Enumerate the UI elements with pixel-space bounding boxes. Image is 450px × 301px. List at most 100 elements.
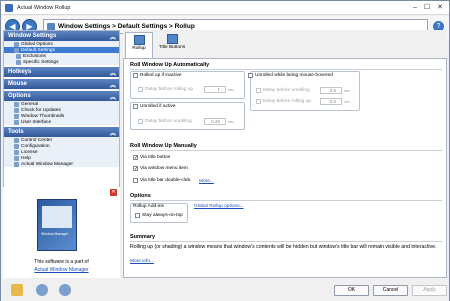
section-title: Options (8, 93, 31, 99)
group-title: Roll Window Up Manually (130, 143, 197, 149)
checkbox[interactable]: ✓ (133, 155, 138, 161)
close-promo-icon[interactable]: ✕ (110, 189, 117, 196)
sidebar-item-actual-window-manager[interactable]: Actual Window Manager (4, 161, 119, 167)
promo-text: This software is a part of (34, 259, 89, 265)
unrolled-hover-checkbox[interactable]: Unrolled while being mouse-hovered (248, 73, 333, 78)
divider (130, 69, 442, 70)
checkbox-label: Unrolled if active (140, 104, 176, 109)
checkbox[interactable] (133, 104, 138, 109)
section-title: Mouse (8, 81, 28, 87)
hover-delay-unrolling-checkbox[interactable]: Delay before unrolling (256, 88, 310, 93)
checkbox[interactable] (138, 119, 143, 124)
collapse-icon[interactable]: ︽ (110, 92, 116, 101)
global-icon (14, 41, 19, 47)
update-icon (14, 107, 19, 113)
ok-button[interactable]: OK (334, 285, 369, 296)
section-tools[interactable]: Tools ︽ (4, 127, 119, 137)
tab-strip: Rollup Title Buttons (123, 30, 447, 58)
save-icon[interactable] (59, 284, 71, 296)
section-body: General Check for Updates Window Thumbna… (4, 101, 119, 125)
collapse-icon[interactable]: ︽ (110, 128, 116, 137)
promo-link[interactable]: Actual Window Manager (3, 267, 120, 273)
specific-settings-icon (16, 59, 21, 65)
breadcrumb-text: Window Settings > Default Settings > Rol… (58, 23, 195, 30)
rollup-icon (133, 35, 145, 45)
checkbox[interactable] (135, 213, 140, 218)
delay-unrolling-stepper[interactable]: 0.25 (204, 118, 226, 125)
app-icon (14, 161, 19, 167)
section-window-settings[interactable]: Window Settings ︽ (4, 31, 119, 41)
tab-rollup[interactable]: Rollup (125, 32, 153, 58)
sidebar-item-specific-settings[interactable]: Specific Settings (4, 59, 119, 65)
stay-on-top-checkbox[interactable]: Stay always-on-top (135, 213, 183, 218)
section-hotkeys[interactable]: Hotkeys ︽ (4, 67, 119, 77)
divider (130, 241, 442, 242)
expand-icon[interactable]: ︽ (110, 68, 116, 77)
checkbox[interactable] (256, 88, 261, 93)
title-bar: Actual Window Rollup – ☐ ✕ (1, 1, 449, 15)
item-label: Configuration (21, 143, 50, 149)
unit-label: sec (228, 119, 235, 124)
tab-title-buttons[interactable]: Title Buttons (155, 32, 189, 58)
via-title-button-checkbox[interactable]: ✓ Via title button (133, 155, 170, 161)
item-label: Default Settings (21, 47, 55, 53)
collapse-icon[interactable]: ︽ (110, 32, 116, 41)
global-rollup-options-link[interactable]: Global Rollup options... (194, 204, 244, 209)
expand-icon[interactable]: ︽ (110, 80, 116, 89)
unrolled-active-checkbox[interactable]: Unrolled if active (133, 104, 175, 109)
window-title: Actual Window Rollup (17, 4, 71, 11)
close-button[interactable]: ✕ (434, 3, 446, 12)
exclusions-icon (16, 53, 21, 59)
apply-button[interactable]: Apply (412, 285, 447, 296)
hover-delay-unrolling-stepper[interactable]: 0.5 (320, 87, 342, 94)
more-link[interactable]: More... (199, 179, 214, 184)
cancel-button[interactable]: Cancel (373, 285, 408, 296)
checkbox-label: Delay before rolling up (263, 99, 311, 104)
item-label: Actual Window Manager (21, 161, 73, 167)
checkbox-label: Via window menu item (140, 166, 188, 171)
main-window: Actual Window Rollup – ☐ ✕ ◀ ▶ Window Se… (0, 0, 450, 301)
tab-label: Title Buttons (158, 45, 186, 50)
wizard-icon[interactable] (11, 284, 23, 296)
item-label: General (21, 101, 39, 107)
divider (130, 200, 442, 201)
delay-rolling-up-stepper[interactable]: 1 (204, 86, 226, 93)
thumbnail-icon (14, 113, 19, 119)
checkbox[interactable]: ✓ (133, 166, 138, 172)
via-window-menu-checkbox[interactable]: ✓ Via window menu item (133, 166, 188, 172)
unit-label: sec (344, 99, 351, 104)
section-options[interactable]: Options ︽ (4, 91, 119, 101)
load-icon[interactable] (36, 284, 48, 296)
section-mouse[interactable]: Mouse ︽ (4, 79, 119, 89)
sidebar-item-user-interface[interactable]: User Interface (4, 119, 119, 125)
bottom-bar: OK Cancel Apply (1, 280, 449, 301)
delay-unrolling-checkbox[interactable]: Delay before unrolling (138, 119, 192, 124)
checkbox[interactable] (256, 99, 261, 104)
checkbox[interactable] (248, 73, 253, 78)
checkbox-label: Delay before unrolling (145, 119, 192, 124)
checkbox[interactable] (133, 178, 138, 183)
hover-delay-rolling-up-checkbox[interactable]: Delay before rolling up (256, 99, 311, 104)
license-icon (14, 149, 19, 155)
more-info-link[interactable]: More info... (130, 259, 154, 264)
box-label: Window Manager (41, 232, 69, 236)
section-body: Global Options Default Settings Exclusio… (4, 41, 119, 65)
maximize-button[interactable]: ☐ (421, 3, 433, 12)
item-label: License (21, 149, 38, 155)
rolled-up-inactive-checkbox[interactable]: Rolled up if inactive (133, 73, 182, 78)
control-center-icon (14, 137, 19, 143)
via-double-click-checkbox[interactable]: Via title bar double-click (133, 178, 191, 183)
checkbox[interactable] (133, 73, 138, 78)
item-label: Global Options (21, 41, 53, 47)
section-body: Control Center Configuration License Hel… (4, 137, 119, 167)
item-label: User Interface (21, 119, 52, 125)
unit-label: sec (344, 88, 351, 93)
hover-delay-rolling-up-stepper[interactable]: 0.5 (320, 98, 342, 105)
checkbox[interactable] (138, 87, 143, 92)
addins-title: Rollup Add-ins (133, 204, 164, 209)
checkbox-label: Delay before rolling up (145, 87, 193, 92)
delay-rolling-up-checkbox[interactable]: Delay before rolling up (138, 87, 193, 92)
minimize-button[interactable]: – (409, 3, 421, 12)
configuration-icon (14, 143, 19, 149)
divider (130, 150, 442, 151)
